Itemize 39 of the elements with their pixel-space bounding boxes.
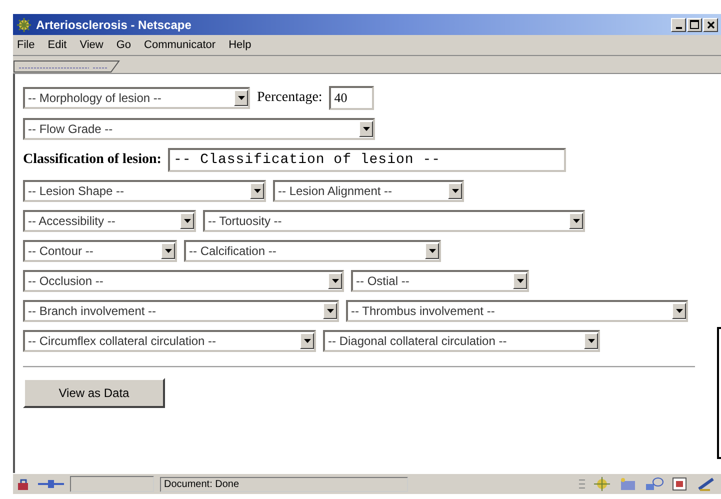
input-field[interactable]: -- Classification of lesion -- <box>168 148 566 172</box>
menu-item[interactable]: File <box>17 39 35 51</box>
menu-item[interactable]: View <box>80 39 104 51</box>
menu-item[interactable]: Help <box>228 39 252 51</box>
menu-item[interactable]: Edit <box>48 39 67 51</box>
grip-icon <box>578 477 586 491</box>
view-as-data-button[interactable]: View as Data <box>23 378 165 408</box>
close-button[interactable] <box>703 18 718 32</box>
status-text: Document: Done <box>160 476 408 492</box>
dropdown[interactable]: -- Lesion Alignment -- <box>273 180 464 202</box>
dropdown[interactable]: -- Thrombus involvement -- <box>346 300 688 322</box>
field-label: Percentage: <box>257 90 322 106</box>
dropdown[interactable]: -- Accessibility -- <box>23 210 196 232</box>
collapsed-toolbar-tab[interactable] <box>13 59 123 73</box>
connection-icon <box>38 479 64 489</box>
window-title: Arteriosclerosis - Netscape <box>36 18 192 32</box>
dropdown[interactable]: -- Circumflex collateral circulation -- <box>23 330 316 352</box>
chat-icon[interactable] <box>644 476 664 492</box>
dropdown[interactable]: -- Branch involvement -- <box>23 300 339 322</box>
field-label: Classification of lesion: <box>23 152 162 168</box>
menu-item[interactable]: Communicator <box>144 39 216 51</box>
maximize-icon <box>690 20 699 29</box>
dropdown[interactable]: -- Calcification -- <box>184 240 441 262</box>
dropdown[interactable]: -- Diagonal collateral circulation -- <box>323 330 600 352</box>
close-icon <box>706 20 714 28</box>
minimize-button[interactable] <box>671 18 686 32</box>
dropdown[interactable]: -- Tortuosity -- <box>203 210 585 232</box>
input-field[interactable]: 40 <box>329 86 374 110</box>
dropdown[interactable]: -- Flow Grade -- <box>23 118 375 140</box>
dropdown[interactable]: -- Occlusion -- <box>23 270 344 292</box>
dropdown[interactable]: -- Morphology of lesion -- <box>23 87 250 109</box>
dropdown[interactable]: -- Contour -- <box>23 240 177 262</box>
dropdown[interactable]: -- Lesion Shape -- <box>23 180 266 202</box>
menu-item[interactable]: Go <box>116 39 132 51</box>
navigator-icon[interactable] <box>592 476 612 492</box>
maximize-button[interactable] <box>687 18 702 32</box>
dropdown[interactable]: -- Ostial -- <box>351 270 529 292</box>
minimize-icon <box>676 26 682 28</box>
app-icon <box>16 16 32 32</box>
